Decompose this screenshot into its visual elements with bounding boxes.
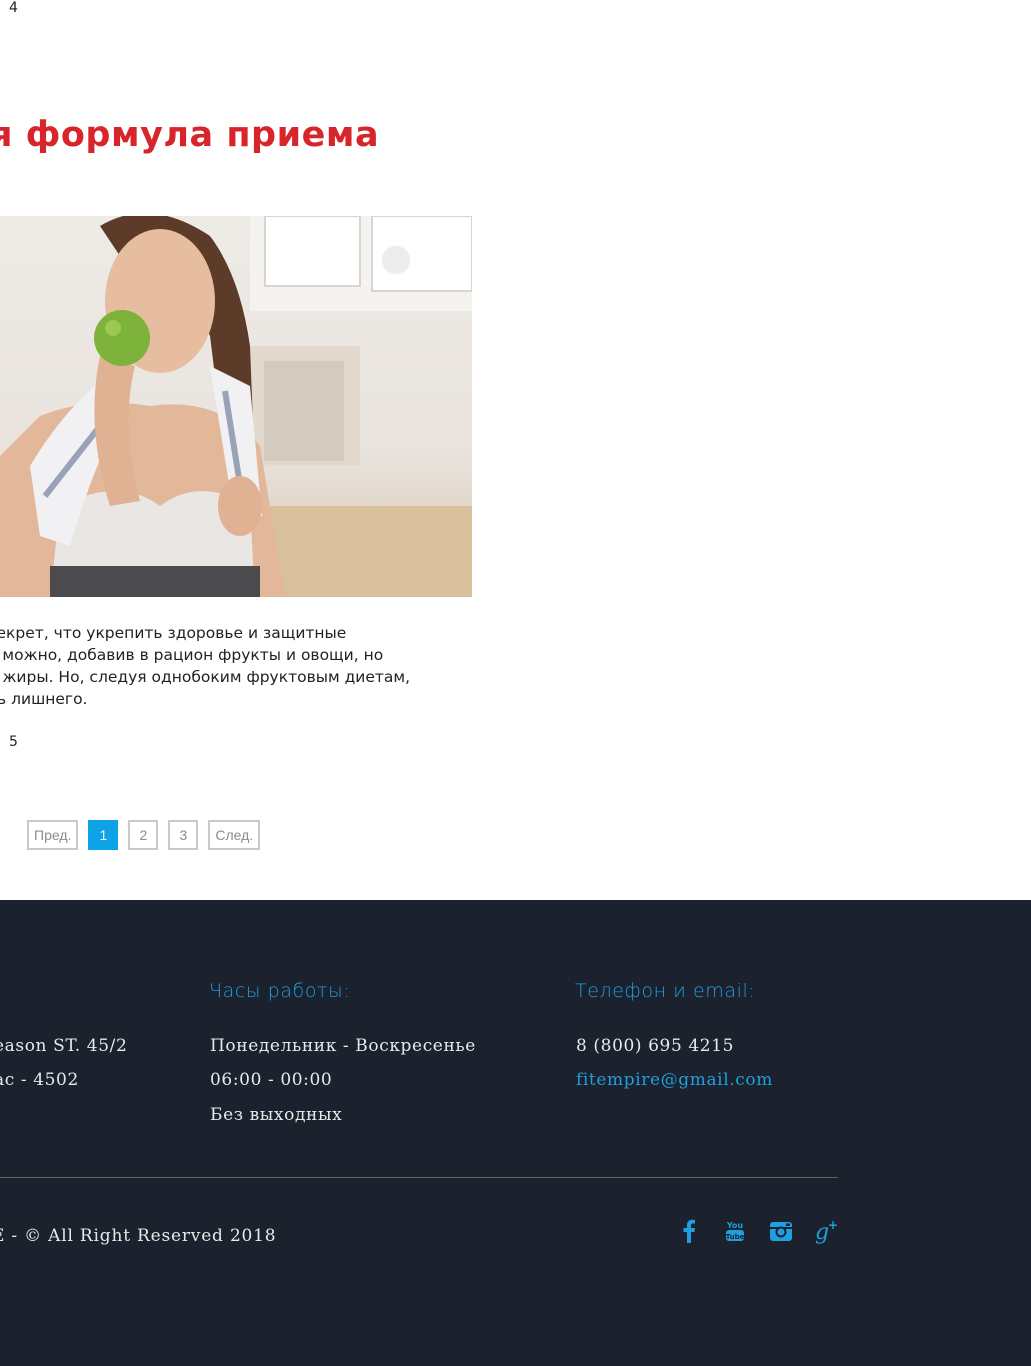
svg-text:+: + bbox=[828, 1218, 838, 1232]
hours-line: Без выходных bbox=[210, 1105, 343, 1125]
excerpt-line: ть лишнего. bbox=[0, 690, 88, 708]
excerpt-line: е жиры. Но, следуя однобоким фруктовым д… bbox=[0, 668, 411, 686]
phone-number[interactable]: 8 (800) 695 4215 bbox=[576, 1036, 734, 1056]
hours-line: Понедельник - Воскресенье bbox=[210, 1036, 476, 1056]
svg-text:Tube: Tube bbox=[726, 1233, 745, 1241]
item-counter-bottom: 5 bbox=[9, 734, 18, 750]
prev-page-button[interactable]: Пред. bbox=[27, 820, 79, 850]
footer-divider bbox=[0, 1177, 838, 1178]
instagram-icon[interactable] bbox=[768, 1218, 794, 1244]
item-counter-top: 4 bbox=[9, 0, 18, 16]
address-line: eason ST. 45/2 bbox=[0, 1036, 128, 1056]
youtube-icon[interactable]: You Tube bbox=[722, 1218, 748, 1244]
excerpt-line: а можно, добавив в рацион фрукты и овощи… bbox=[0, 646, 384, 664]
article-title[interactable]: я формула приема bbox=[0, 115, 379, 155]
social-links: You Tube g + bbox=[676, 1218, 840, 1244]
contacts-heading: Телефон и email: bbox=[575, 980, 756, 1002]
copyright-text: E - © All Right Reserved 2018 bbox=[0, 1226, 277, 1246]
article-image[interactable] bbox=[0, 216, 472, 597]
next-page-button[interactable]: След. bbox=[208, 820, 261, 850]
hours-line: 06:00 - 00:00 bbox=[210, 1070, 333, 1090]
address-line: ас - 4502 bbox=[0, 1070, 79, 1090]
email-link[interactable]: fitempire@gmail.com bbox=[576, 1070, 773, 1090]
excerpt-line: секрет, что укрепить здоровье и защитные bbox=[0, 624, 347, 642]
page-2-button[interactable]: 2 bbox=[128, 820, 159, 850]
article-excerpt: секрет, что укрепить здоровье и защитные… bbox=[0, 622, 488, 710]
svg-text:You: You bbox=[726, 1221, 744, 1230]
svg-text:g: g bbox=[815, 1220, 829, 1244]
page-1-button[interactable]: 1 bbox=[88, 820, 119, 850]
hours-heading: Часы работы: bbox=[209, 980, 351, 1002]
pagination: Пред. 1 2 3 След. bbox=[27, 820, 261, 850]
google-plus-icon[interactable]: g + bbox=[814, 1218, 840, 1244]
site-footer: eason ST. 45/2 ас - 4502 Часы работы: По… bbox=[0, 900, 1031, 1366]
page-3-button[interactable]: 3 bbox=[168, 820, 199, 850]
facebook-icon[interactable] bbox=[676, 1218, 702, 1244]
